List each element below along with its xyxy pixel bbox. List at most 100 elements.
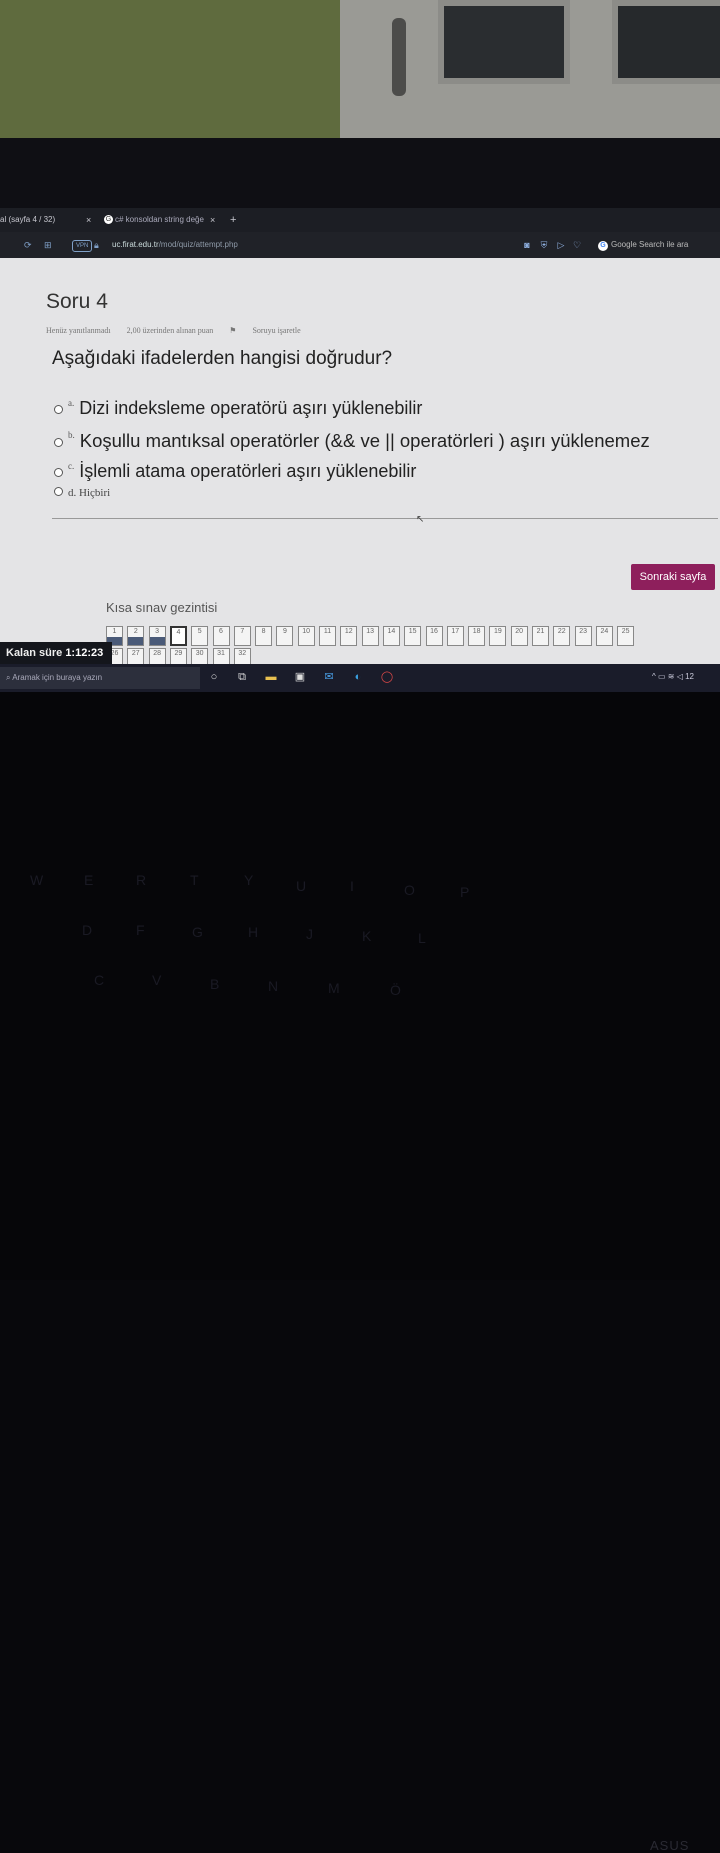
close-icon[interactable]: × [86, 212, 91, 228]
divider [52, 518, 718, 519]
new-tab-button[interactable]: + [230, 212, 236, 228]
door-window [612, 0, 720, 84]
url-path: /mod/quiz/attempt.php [158, 240, 238, 249]
timer-label: Kalan süre [6, 647, 63, 659]
quiz-nav-question-8[interactable]: 8 [255, 626, 273, 646]
flag-icon: ⚑ [229, 326, 239, 335]
tab-label: al (sayfa 4 / 32) [0, 215, 56, 224]
close-icon[interactable]: × [210, 212, 215, 228]
quiz-page: Soru 4 Henüz yanıtlanmadı 2,00 üzerinden… [0, 258, 720, 670]
clock[interactable]: 12 [685, 672, 694, 681]
answer-option-d[interactable]: d. Hiçbiri [54, 483, 110, 501]
network-icon[interactable]: ▭ [658, 672, 668, 681]
send-icon[interactable]: ▷ [556, 240, 566, 250]
answer-option-a[interactable]: a. Dizi indeksleme operatörü aşırı yüklen… [54, 398, 422, 419]
monitor-bezel [0, 138, 720, 210]
option-letter: a. [68, 398, 75, 408]
google-icon: G [598, 241, 608, 251]
laptop-keyboard: W E R T Y U I O P D F G H J K L C V B N … [0, 692, 720, 1853]
quiz-nav-question-3[interactable]: 3 [148, 626, 166, 646]
radio-button[interactable] [54, 487, 63, 497]
question-title: Soru 4 [46, 290, 108, 313]
quiz-nav-question-4[interactable]: 4 [169, 626, 187, 646]
quiz-nav-question-18[interactable]: 18 [468, 626, 486, 646]
quiz-nav-question-9[interactable]: 9 [276, 626, 294, 646]
url-field[interactable]: uc.firat.edu.tr/mod/quiz/attempt.php [112, 238, 238, 252]
option-text: İşlemli atama operatörleri aşırı yüklene… [79, 461, 417, 481]
radio-button[interactable] [54, 438, 63, 448]
file-explorer-icon[interactable]: ▬ [264, 670, 278, 684]
quiz-nav-question-11[interactable]: 11 [319, 626, 336, 646]
quiz-nav-question-5[interactable]: 5 [191, 626, 209, 646]
asus-logo: ASUS [650, 1838, 690, 1853]
time-remaining: Kalan süre 1:12:23 [0, 642, 112, 664]
vpn-badge[interactable]: VPN [72, 240, 93, 252]
shield-icon[interactable]: ⛨ [539, 240, 549, 250]
quiz-nav-question-12[interactable]: 12 [340, 626, 358, 646]
question-info: Henüz yanıtlanmadı 2,00 üzerinden alınan… [46, 326, 329, 335]
speed-dial-icon[interactable]: ⊞ [44, 238, 52, 252]
store-icon[interactable]: ▣ [293, 670, 307, 684]
taskbar-search[interactable]: ⌕ Aramak için buraya yazın [0, 667, 200, 689]
door-window [438, 0, 570, 84]
opera-icon[interactable]: ◯ [380, 670, 394, 684]
quiz-nav-question-21[interactable]: 21 [532, 626, 549, 646]
question-points: 2,00 üzerinden alınan puan [126, 326, 214, 335]
wifi-icon[interactable]: ≋ [668, 672, 677, 681]
quiz-nav-question-15[interactable]: 15 [404, 626, 422, 646]
volume-icon[interactable]: ◁ [677, 672, 685, 681]
answer-status: Henüz yanıtlanmadı [46, 326, 111, 335]
system-tray: ^ ▭ ≋ ◁ 12 [652, 672, 694, 681]
quiz-nav-question-23[interactable]: 23 [574, 626, 592, 646]
door-handle [392, 18, 406, 96]
timer-value: 1:12:23 [65, 647, 104, 659]
answer-option-b[interactable]: b. Koşullu mantıksal operatörler (&& ve |… [54, 430, 650, 452]
taskbar-search-placeholder: Aramak için buraya yazın [12, 673, 103, 682]
heart-icon[interactable]: ♡ [572, 240, 582, 250]
cortana-icon[interactable]: ○ [207, 670, 221, 684]
quiz-nav-question-14[interactable]: 14 [382, 626, 400, 646]
tab-quiz[interactable]: al (sayfa 4 / 32) [0, 212, 96, 228]
quiz-navigation-title: Kısa sınav gezintisi [106, 600, 218, 615]
quiz-nav-question-7[interactable]: 7 [233, 626, 251, 646]
tab-search[interactable]: Gc# konsoldan string değe [104, 212, 222, 228]
photo-background [0, 0, 720, 140]
option-text: Dizi indeksleme operatörü aşırı yükleneb… [79, 398, 423, 418]
search-box[interactable]: G Google Search ile ara [598, 238, 688, 252]
task-view-icon[interactable]: ⧉ [235, 670, 249, 684]
quiz-nav-question-6[interactable]: 6 [212, 626, 230, 646]
option-text: Koşullu mantıksal operatörler (&& ve || … [79, 430, 650, 451]
question-text: Aşağıdaki ifadelerden hangisi doğrudur? [52, 348, 393, 369]
quiz-nav-question-19[interactable]: 19 [489, 626, 507, 646]
mail-icon[interactable]: ✉ [322, 670, 336, 684]
quiz-nav-question-25[interactable]: 25 [617, 626, 635, 646]
search-placeholder: Google Search ile ara [611, 240, 689, 249]
wall [0, 0, 340, 140]
quiz-nav-question-22[interactable]: 22 [553, 626, 571, 646]
reload-icon[interactable]: ⟳ [24, 238, 32, 252]
option-letter: c. [68, 461, 75, 471]
camera-icon[interactable]: ◙ [522, 240, 532, 250]
radio-button[interactable] [54, 468, 63, 478]
answer-option-c[interactable]: c. İşlemli atama operatörleri aşırı yükle… [54, 461, 416, 482]
quiz-nav-question-10[interactable]: 10 [297, 626, 315, 646]
quiz-nav-question-13[interactable]: 13 [361, 626, 379, 646]
radio-button[interactable] [54, 405, 63, 415]
quiz-nav-question-16[interactable]: 16 [425, 626, 443, 646]
quiz-nav-question-17[interactable]: 17 [446, 626, 464, 646]
next-page-button[interactable]: Sonraki sayfa [631, 564, 715, 590]
google-icon: G [104, 215, 113, 225]
tab-label: c# konsoldan string değe [115, 215, 204, 224]
option-letter: b. [68, 430, 75, 440]
quiz-nav-question-2[interactable]: 2 [127, 626, 145, 646]
quiz-nav-question-20[interactable]: 20 [510, 626, 528, 646]
quiz-nav-question-24[interactable]: 24 [595, 626, 613, 646]
address-bar: ⟳ ⊞ VPN 🔒︎ uc.firat.edu.tr/mod/quiz/atte… [0, 232, 720, 260]
url-host: uc.firat.edu.tr [112, 240, 159, 249]
edge-icon[interactable]: ◐ [351, 670, 365, 684]
option-text: d. Hiçbiri [68, 487, 111, 499]
browser-tab-bar: al (sayfa 4 / 32) × Gc# konsoldan string… [0, 208, 720, 232]
mouse-cursor-icon: ↖ [416, 514, 425, 525]
flag-question-link[interactable]: ⚑ Soruyu işaretle [229, 326, 314, 335]
taskbar: ⌕ Aramak için buraya yazın ○ ⧉ ▬ ▣ ✉ ◐ ◯… [0, 664, 720, 692]
